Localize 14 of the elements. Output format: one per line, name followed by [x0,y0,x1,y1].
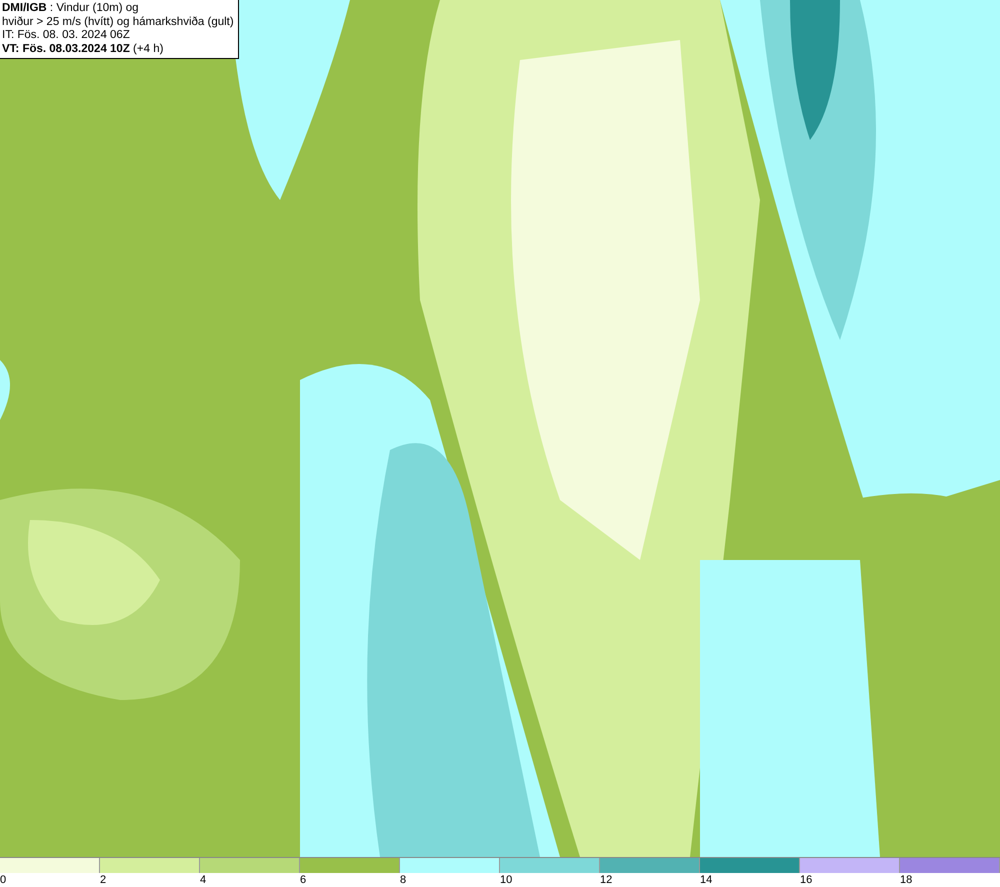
legend-tick-label: 4 [200,873,206,887]
title-line: hviður > 25 m/s (hvítt) og hámarkshviða (gult) [2,16,234,29]
title-line: DMI/IGB : Vindur (10m) og [2,2,140,16]
legend-tick-label: 2 [100,873,106,887]
legend-tick-label: 6 [300,873,306,887]
title-line: VT: Fös. 08.03.2024 10Z (+4 h) [2,42,164,56]
legend-tick-label: 10 [500,873,512,887]
legend-tick-label: 16 [800,873,812,887]
legend-tick-label: 14 [700,873,712,887]
legend-tick-label: 8 [400,873,406,887]
legend-tick-label: 0 [0,873,6,887]
legend-tick-label: 12 [600,873,612,887]
legend-tick-label: 18 [900,873,912,887]
title-line: IT: Fös. 08. 03. 2024 06Z [2,29,131,42]
